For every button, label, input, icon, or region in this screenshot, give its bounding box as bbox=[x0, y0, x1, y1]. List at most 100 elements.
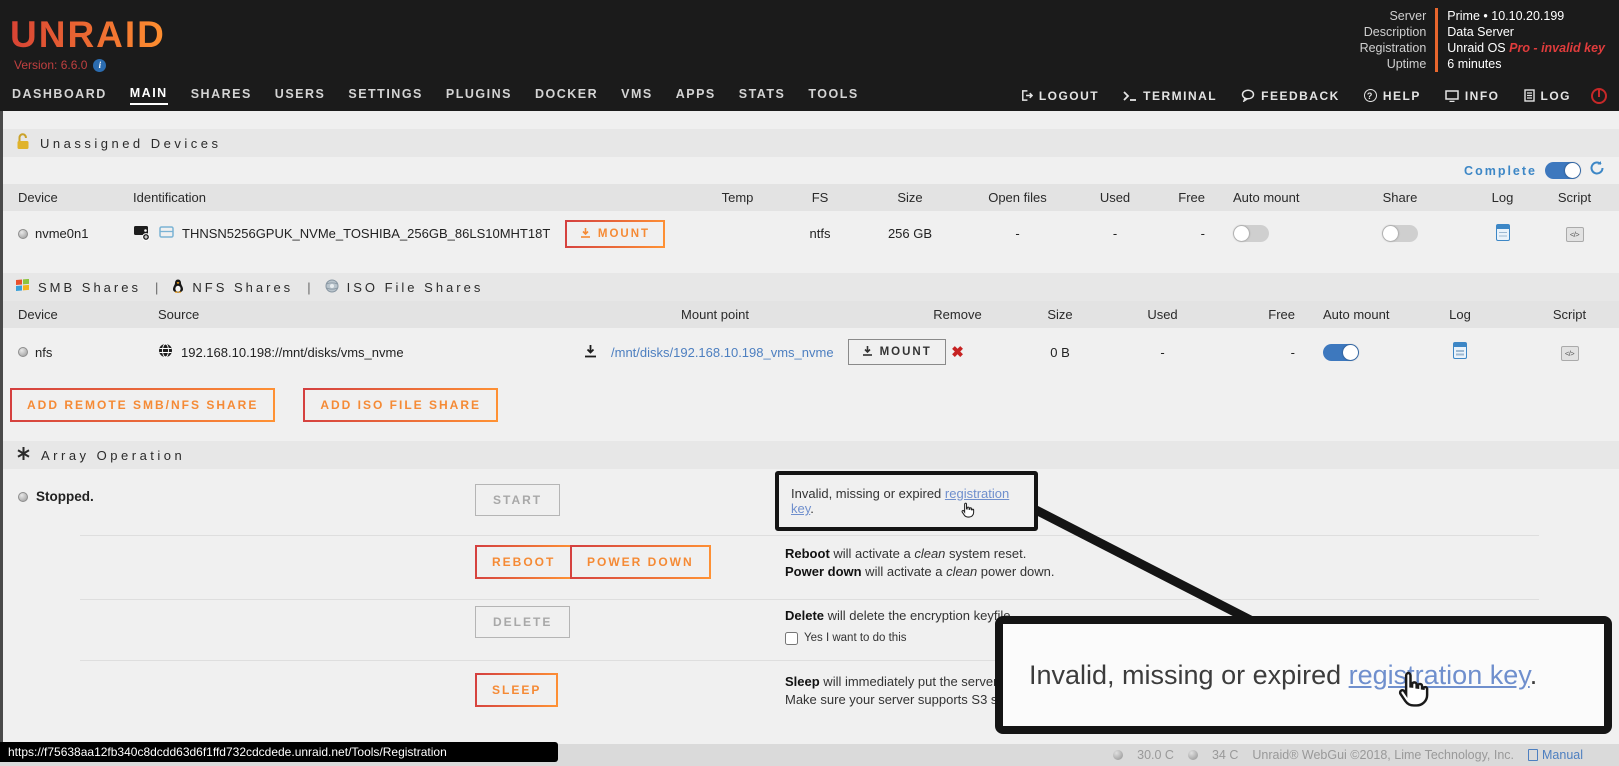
reboot-button[interactable]: REBOOT bbox=[475, 545, 572, 579]
device-name[interactable]: nvme0n1 bbox=[35, 226, 88, 241]
server-info-label: Description bbox=[1360, 24, 1427, 40]
zoomed-registration-message: Invalid, missing or expired registration… bbox=[1029, 660, 1537, 691]
mount-button[interactable]: MOUNT bbox=[848, 339, 946, 365]
server-info: Server Description Registration Uptime P… bbox=[1360, 8, 1605, 72]
add-iso-file-share-button[interactable]: ADD ISO FILE SHARE bbox=[303, 388, 498, 422]
server-description-value: Data Server bbox=[1447, 24, 1605, 40]
col-free: Free bbox=[1210, 301, 1305, 328]
start-button[interactable]: START bbox=[475, 484, 560, 516]
log-icon[interactable] bbox=[1453, 342, 1467, 359]
auto-mount-toggle[interactable] bbox=[1323, 344, 1359, 361]
script-icon[interactable]: </> bbox=[1566, 227, 1584, 242]
cell-size: 256 GB bbox=[860, 211, 960, 256]
add-share-buttons: ADD REMOTE SMB/NFS SHARE ADD ISO FILE SH… bbox=[0, 389, 1619, 421]
delete-confirm-checkbox[interactable] bbox=[785, 632, 798, 645]
table-header-row: Device Source Mount point Remove Size Us… bbox=[0, 301, 1619, 328]
complete-row: Complete bbox=[0, 157, 1619, 184]
unassigned-devices-table: Device Identification Temp FS Size Open … bbox=[0, 184, 1619, 256]
logout-button[interactable]: LOGOUT bbox=[1020, 89, 1099, 103]
cell-used: - bbox=[1115, 328, 1210, 376]
globe-icon bbox=[158, 343, 173, 361]
delete-button[interactable]: DELETE bbox=[475, 606, 570, 638]
nav-vms[interactable]: VMS bbox=[621, 87, 653, 104]
refresh-icon[interactable] bbox=[1589, 160, 1605, 181]
col-device: Device bbox=[0, 184, 115, 211]
nav-main[interactable]: MAIN bbox=[130, 86, 168, 105]
nav-shares[interactable]: SHARES bbox=[191, 87, 252, 104]
terminal-button[interactable]: TERMINAL bbox=[1123, 89, 1217, 103]
mount-point-link[interactable]: /mnt/disks/192.168.10.198_vms_nvme bbox=[611, 345, 834, 360]
section-array-operation: Array Operation bbox=[0, 441, 1619, 469]
server-info-label: Uptime bbox=[1360, 56, 1427, 72]
col-identification: Identification bbox=[115, 184, 535, 211]
tab-smb-shares[interactable]: SMB Shares bbox=[16, 279, 141, 295]
registration-key-link-zoomed[interactable]: registration key bbox=[1349, 660, 1530, 690]
nav-settings[interactable]: SETTINGS bbox=[348, 87, 423, 104]
col-script: Script bbox=[1530, 184, 1619, 211]
asterisk-icon bbox=[16, 446, 31, 464]
registration-value: Unraid OS Pro - invalid key bbox=[1447, 40, 1605, 56]
version-info-icon[interactable]: i bbox=[93, 59, 106, 72]
mount-icon bbox=[580, 227, 591, 241]
device-identification[interactable]: THNSN5256GPUK_NVMe_TOSHIBA_256GB_86LS10M… bbox=[182, 226, 550, 241]
nav-plugins[interactable]: PLUGINS bbox=[446, 87, 512, 104]
shares-table: Device Source Mount point Remove Size Us… bbox=[0, 301, 1619, 376]
alert-power-icon[interactable] bbox=[1591, 88, 1607, 104]
terminal-icon bbox=[1123, 90, 1137, 102]
cell-free: - bbox=[1210, 328, 1305, 376]
version-label: Version: 6.6.0 i bbox=[14, 58, 166, 72]
col-share: Share bbox=[1325, 184, 1475, 211]
share-device-name[interactable]: nfs bbox=[35, 345, 52, 360]
section-shares: SMB Shares | NFS Shares | ISO File Share… bbox=[0, 273, 1619, 301]
unraid-logo: UNRAID bbox=[10, 14, 166, 56]
col-auto-mount: Auto mount bbox=[1305, 301, 1400, 328]
delete-confirm-label: Yes I want to do this bbox=[804, 629, 907, 647]
share-source: 192.168.10.198://mnt/disks/vms_nvme bbox=[181, 345, 404, 360]
nav-dashboard[interactable]: DASHBOARD bbox=[12, 87, 107, 104]
sleep-button[interactable]: SLEEP bbox=[475, 673, 558, 707]
cell-size: 0 B bbox=[1005, 328, 1115, 376]
section-title: Array Operation bbox=[41, 448, 185, 463]
col-log: Log bbox=[1475, 184, 1530, 211]
nav-apps[interactable]: APPS bbox=[676, 87, 716, 104]
table-row: nvme0n1 THNSN5256GPUK_NVMe_TOSHIBA_256GB… bbox=[0, 211, 1619, 256]
sleep-description: Sleep will immediately put the server in… bbox=[785, 673, 1015, 709]
help-button[interactable]: ? HELP bbox=[1364, 89, 1421, 103]
feedback-button[interactable]: FEEDBACK bbox=[1241, 89, 1340, 103]
manual-doc-icon bbox=[1528, 749, 1538, 761]
section-unassigned-devices: Unassigned Devices bbox=[0, 129, 1619, 157]
tab-iso-file-shares[interactable]: ISO File Shares bbox=[325, 279, 484, 296]
manual-link[interactable]: Manual bbox=[1528, 748, 1583, 762]
nav-users[interactable]: USERS bbox=[275, 87, 326, 104]
log-icon[interactable] bbox=[1496, 224, 1510, 241]
windows-icon bbox=[16, 279, 30, 295]
footer-temp-1: 30.0 C bbox=[1137, 748, 1174, 762]
share-toggle[interactable] bbox=[1382, 225, 1418, 242]
complete-toggle[interactable] bbox=[1545, 162, 1581, 179]
nav-tools[interactable]: TOOLS bbox=[808, 87, 858, 104]
mount-button[interactable]: MOUNT bbox=[565, 220, 665, 248]
auto-mount-toggle[interactable] bbox=[1233, 225, 1269, 242]
info-button[interactable]: INFO bbox=[1445, 89, 1500, 103]
table-header-row: Device Identification Temp FS Size Open … bbox=[0, 184, 1619, 211]
complete-label: Complete bbox=[1464, 164, 1537, 178]
script-icon[interactable]: </> bbox=[1561, 346, 1579, 361]
add-remote-smb-nfs-share-button[interactable]: ADD REMOTE SMB/NFS SHARE bbox=[10, 388, 275, 422]
device-status-icon bbox=[18, 229, 28, 239]
hand-cursor-icon bbox=[959, 501, 977, 522]
tab-nfs-shares[interactable]: NFS Shares bbox=[172, 279, 293, 296]
log-button[interactable]: LOG bbox=[1524, 89, 1572, 103]
col-free: Free bbox=[1155, 184, 1215, 211]
remove-share-button[interactable]: ✖ bbox=[951, 344, 964, 361]
power-down-button[interactable]: POWER DOWN bbox=[570, 545, 711, 579]
section-title: Unassigned Devices bbox=[40, 136, 222, 151]
monitor-icon bbox=[1445, 90, 1459, 102]
nav-stats[interactable]: STATS bbox=[739, 87, 786, 104]
linux-penguin-icon bbox=[172, 279, 184, 296]
nav-docker[interactable]: DOCKER bbox=[535, 87, 598, 104]
cell-used: - bbox=[1075, 211, 1155, 256]
temp-dot-icon bbox=[1188, 750, 1198, 760]
disc-globe-icon bbox=[325, 279, 339, 296]
server-info-label: Registration bbox=[1360, 40, 1427, 56]
unraid-main-page: UNRAID Version: 6.6.0 i Server Descripti… bbox=[0, 0, 1619, 766]
